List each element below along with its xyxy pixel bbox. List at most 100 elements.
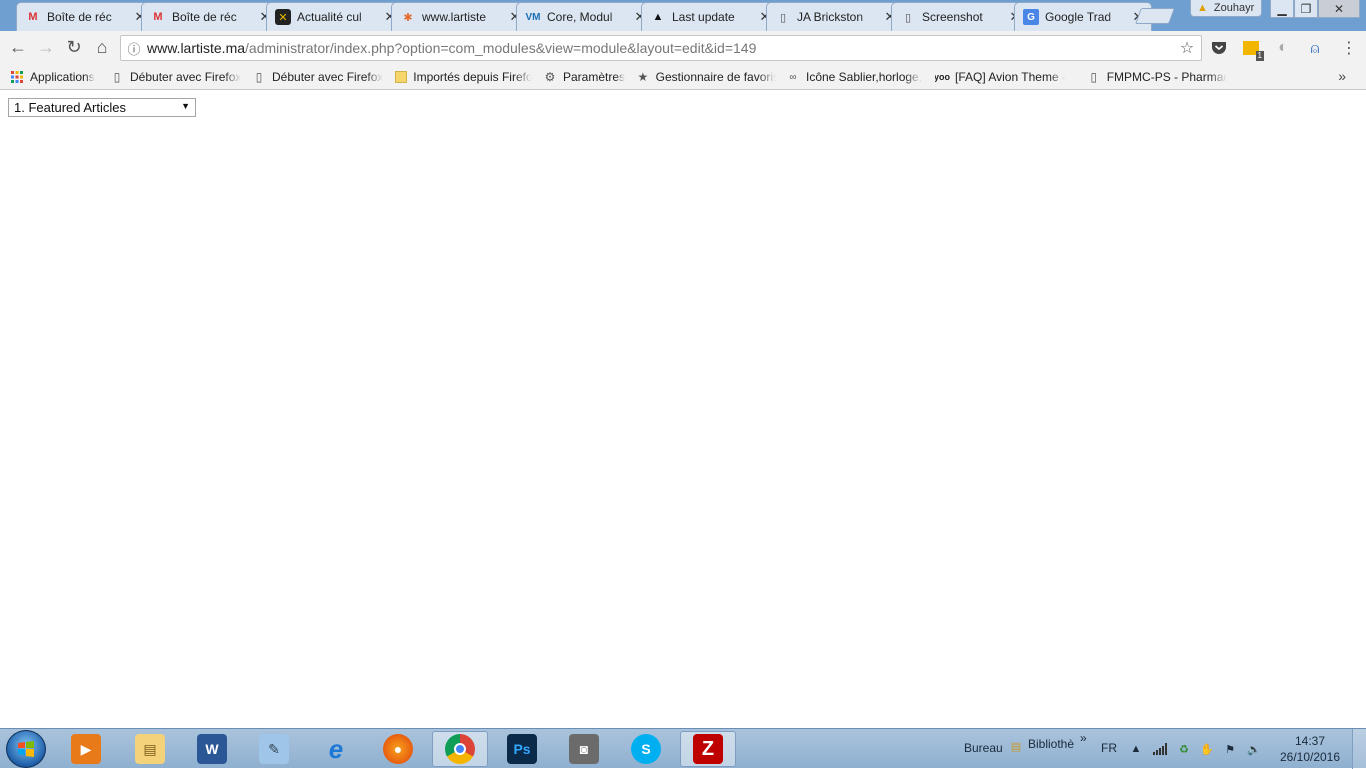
- bookmark-label: Gestionnaire de favoris: [655, 70, 776, 84]
- module-select-value: 1. Featured Articles: [14, 100, 126, 115]
- bookmark-debuter-firefox-1[interactable]: ▯ Débuter avec Firefox: [110, 67, 244, 87]
- pocket-icon[interactable]: [1208, 37, 1230, 59]
- firefox-icon: ●: [383, 734, 413, 764]
- forward-button[interactable]: →: [32, 33, 60, 61]
- internet-explorer-icon: e: [328, 733, 344, 764]
- bookmark-icone-sablier[interactable]: ∞ Icône Sablier,horloge,: [786, 67, 922, 87]
- taskbar-filezilla[interactable]: Z: [680, 731, 736, 767]
- taskbar-skype[interactable]: S: [618, 731, 674, 767]
- bookmark-star-icon[interactable]: ☆: [1173, 38, 1201, 58]
- joomla-icon: ✱: [403, 11, 413, 24]
- minimize-button[interactable]: ▁: [1270, 0, 1294, 18]
- gear-icon: ⚙: [544, 70, 556, 84]
- bike-icon: ∞: [789, 71, 797, 83]
- volume-icon[interactable]: 🔈: [1246, 741, 1262, 757]
- security-icon[interactable]: ✋: [1199, 741, 1215, 757]
- bookmark-label: Débuter avec Firefox: [130, 70, 242, 84]
- tab-core-module[interactable]: VM Core, Modul ✕: [516, 2, 654, 31]
- library-toolbar-label[interactable]: Bibliothè: [1028, 737, 1074, 751]
- tab-title: www.lartiste: [422, 10, 487, 24]
- dropdown-arrow-icon: ▼: [181, 101, 190, 111]
- chrome-menu-icon[interactable]: ⋮: [1338, 37, 1360, 59]
- taskbar-media-player[interactable]: ▶: [58, 731, 114, 767]
- bookmark-label: FMPMC-PS - Pharmac: [1106, 70, 1227, 84]
- tab-title: Boîte de réc: [47, 10, 112, 24]
- back-button[interactable]: ←: [4, 33, 32, 61]
- site-icon: ✕: [275, 9, 291, 25]
- restore-button[interactable]: ❐: [1294, 0, 1318, 18]
- tab-screenshot[interactable]: ▯ Screenshot ✕: [891, 2, 1029, 31]
- browser-toolbar: ← → ↻ ⌂ ⓘ www.lartiste.ma/administrator/…: [0, 31, 1366, 64]
- gmail-icon: M: [28, 11, 38, 23]
- address-bar[interactable]: ⓘ www.lartiste.ma/administrator/index.ph…: [120, 35, 1202, 61]
- bookmark-faq-avion[interactable]: yoo [FAQ] Avion Theme -: [935, 67, 1075, 87]
- bookmark-label: Paramètres: [563, 70, 626, 84]
- show-desktop-button[interactable]: [1352, 729, 1366, 769]
- tab-google-translate[interactable]: G Google Trad ✕: [1014, 2, 1152, 31]
- new-tab-button[interactable]: [1135, 8, 1175, 24]
- star-icon: ★: [637, 70, 649, 84]
- reload-button[interactable]: ↻: [60, 33, 88, 61]
- network-signal-icon[interactable]: [1152, 741, 1168, 757]
- language-indicator[interactable]: FR: [1101, 741, 1117, 755]
- bookmarks-bar: Applications ▯ Débuter avec Firefox ▯ Dé…: [0, 64, 1366, 90]
- toolbar-more-icon[interactable]: »: [1080, 731, 1087, 745]
- taskbar-internet-explorer[interactable]: e: [308, 731, 364, 767]
- taskbar-notepad[interactable]: ✎: [246, 731, 302, 767]
- photoshop-icon: Ps: [507, 734, 537, 764]
- windows-taskbar: ▶ ▤ W ✎ e ● Ps ◙ S Z Bureau ▤ Bibliothè …: [0, 728, 1366, 769]
- url-text[interactable]: www.lartiste.ma/administrator/index.php?…: [147, 40, 1173, 56]
- taskbar-firefox[interactable]: ●: [370, 731, 426, 767]
- taskbar-photoshop[interactable]: Ps: [494, 731, 550, 767]
- tab-gmail-1[interactable]: M Boîte de réc ✕: [16, 2, 154, 31]
- info-icon[interactable]: ⓘ: [121, 39, 147, 58]
- module-select[interactable]: 1. Featured Articles ▼: [8, 98, 196, 117]
- home-button[interactable]: ⌂: [88, 33, 116, 61]
- url-path: /administrator/index.php?option=com_modu…: [245, 40, 757, 56]
- taskbar-file-explorer[interactable]: ▤: [122, 731, 178, 767]
- taskbar-word[interactable]: W: [184, 731, 240, 767]
- bookmark-applications[interactable]: Applications: [10, 67, 102, 87]
- extension-user-icon[interactable]: ⍝: [1304, 37, 1326, 59]
- bookmark-debuter-firefox-2[interactable]: ▯ Débuter avec Firefox: [252, 67, 386, 87]
- tab-strip: M Boîte de réc ✕ M Boîte de réc ✕ ✕ Actu…: [0, 0, 1366, 31]
- warning-icon: ▲: [1197, 2, 1208, 14]
- bookmark-label: Débuter avec Firefox: [272, 70, 384, 84]
- bookmark-fmpmc[interactable]: ▯ FMPMC-PS - Pharmac: [1087, 67, 1227, 87]
- show-hidden-icons-icon[interactable]: ▲: [1128, 741, 1144, 757]
- start-button[interactable]: [6, 730, 46, 768]
- extension-badge: 1: [1255, 51, 1264, 61]
- vm-icon: VM: [525, 11, 541, 23]
- sync-icon[interactable]: ♻: [1176, 741, 1192, 757]
- more-bookmarks-icon[interactable]: »: [1338, 68, 1346, 84]
- chrome-icon: [445, 734, 475, 764]
- tab-title: Core, Modul: [547, 10, 613, 24]
- skype-icon: S: [631, 734, 661, 764]
- desktop-toolbar-label[interactable]: Bureau: [964, 741, 1003, 755]
- yoo-icon: yoo: [935, 72, 951, 82]
- filezilla-icon: Z: [693, 734, 723, 764]
- tab-actualite[interactable]: ✕ Actualité cul ✕: [266, 2, 404, 31]
- gmail-icon: M: [153, 11, 163, 23]
- bookmark-folder-importes[interactable]: Importés depuis Firefox: [394, 67, 532, 87]
- tab-ja-brickston[interactable]: ▯ JA Brickston ✕: [766, 2, 904, 31]
- folder-icon: [394, 70, 407, 84]
- close-window-button[interactable]: ✕: [1318, 0, 1360, 18]
- bookmark-gestionnaire-favoris[interactable]: ★ Gestionnaire de favoris: [636, 67, 776, 87]
- tab-last-update[interactable]: ▲ Last update ✕: [641, 2, 779, 31]
- extension-notes-icon[interactable]: 1: [1240, 37, 1264, 61]
- tab-title: Actualité cul: [297, 10, 362, 24]
- action-center-flag-icon[interactable]: ⚑: [1222, 741, 1238, 757]
- system-clock[interactable]: 14:37 26/10/2016: [1278, 733, 1342, 765]
- extension-drop-icon[interactable]: ◐: [1272, 37, 1294, 59]
- tab-gmail-2[interactable]: M Boîte de réc ✕: [141, 2, 279, 31]
- profile-button[interactable]: ▲ Zouhayr: [1190, 0, 1262, 17]
- page-icon: ▯: [113, 70, 121, 84]
- triangle-icon: ▲: [652, 11, 664, 23]
- tab-lartiste[interactable]: ✱ www.lartiste ✕: [391, 2, 529, 31]
- taskbar-camera[interactable]: ◙: [556, 731, 612, 767]
- folder-icon: ▤: [135, 734, 165, 764]
- bookmark-parametres[interactable]: ⚙ Paramètres: [543, 67, 627, 87]
- url-host: www.lartiste.ma: [147, 40, 246, 56]
- taskbar-chrome[interactable]: [432, 731, 488, 767]
